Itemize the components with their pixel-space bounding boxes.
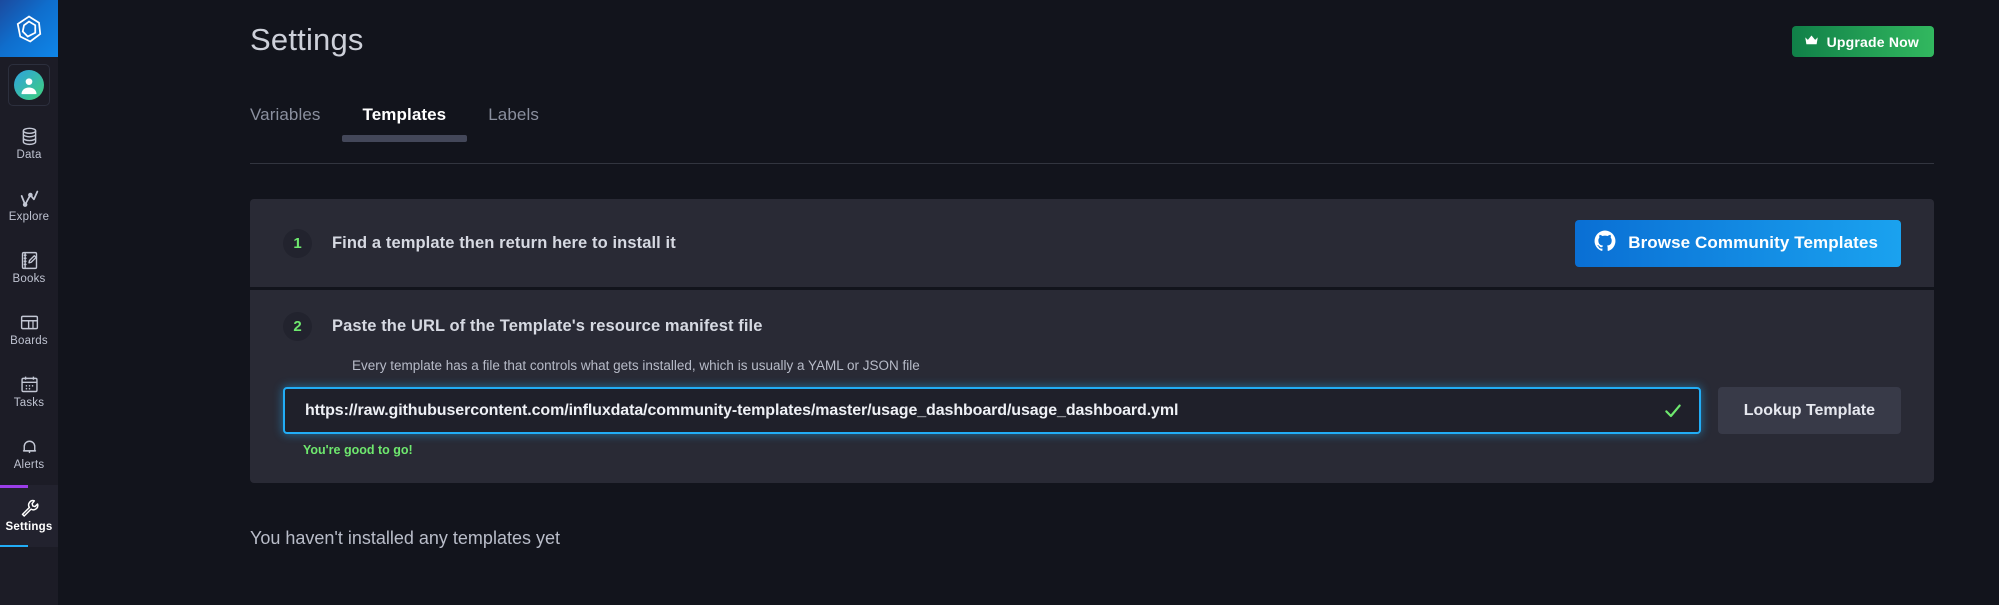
sidebar-item-label: Tasks	[13, 397, 45, 410]
empty-state-message: You haven't installed any templates yet	[250, 528, 560, 548]
step-2-row: 2 Paste the URL of the Template's resour…	[250, 290, 1934, 483]
sidebar-item-label: Settings	[5, 521, 53, 534]
step-1-row: 1 Find a template then return here to in…	[250, 199, 1934, 287]
wrench-icon	[19, 498, 40, 519]
dashboard-grid-icon	[19, 312, 40, 333]
sidebar-item-label: Alerts	[13, 459, 45, 472]
upgrade-now-button[interactable]: Upgrade Now	[1791, 26, 1934, 57]
app-root: Data Explore Books Boards Tasks Alerts S…	[0, 0, 1999, 605]
sidebar-item-label: Books	[12, 273, 46, 286]
page-title: Settings	[250, 22, 364, 57]
template-url-input[interactable]	[305, 389, 1653, 432]
sidebar-item-data[interactable]: Data	[0, 113, 58, 175]
database-icon	[19, 126, 40, 147]
avatar-box[interactable]	[8, 64, 50, 106]
template-url-field-group: You're good to go!	[283, 387, 1701, 457]
step-1-title: Find a template then return here to inst…	[332, 233, 676, 252]
tabs-divider	[250, 163, 1934, 164]
calendar-icon	[19, 374, 40, 395]
step-1-number: 1	[283, 228, 312, 258]
browse-community-templates-label: Browse Community Templates	[1628, 233, 1878, 252]
sidebar-item-boards[interactable]: Boards	[0, 299, 58, 361]
sidebar-item-tasks[interactable]: Tasks	[0, 361, 58, 423]
sidebar-item-alerts[interactable]: Alerts	[0, 423, 58, 485]
line-graph-icon	[19, 188, 40, 209]
sidebar-item-label: Data	[16, 149, 42, 162]
install-template-panel: 1 Find a template then return here to in…	[250, 199, 1934, 483]
step-2-description: Every template has a file that controls …	[352, 358, 920, 373]
step-2-number: 2	[283, 312, 312, 341]
influxdata-logo-icon[interactable]	[0, 0, 58, 57]
notebook-pencil-icon	[19, 250, 40, 271]
tab-labels[interactable]: Labels	[467, 105, 560, 142]
upgrade-now-label: Upgrade Now	[1826, 33, 1919, 50]
template-url-row: You're good to go! Lookup Template	[283, 387, 1901, 457]
bell-icon	[19, 436, 40, 457]
template-url-input-wrapper[interactable]	[283, 387, 1701, 434]
sidebar-item-label: Boards	[10, 335, 48, 348]
sidebar-item-label: Explore	[8, 211, 50, 224]
settings-tabs: Variables Templates Labels	[250, 105, 560, 142]
tab-variables[interactable]: Variables	[250, 105, 342, 142]
url-validation-message: You're good to go!	[303, 443, 413, 457]
checkmark-icon	[1663, 401, 1683, 421]
main-content: Settings Upgrade Now Variables Templates…	[58, 0, 1999, 605]
user-avatar-icon	[14, 70, 44, 100]
step-2-title: Paste the URL of the Template's resource…	[332, 317, 763, 335]
avatar[interactable]	[0, 57, 58, 113]
sidebar-item-books[interactable]: Books	[0, 237, 58, 299]
lookup-template-button[interactable]: Lookup Template	[1717, 387, 1901, 434]
github-icon	[1594, 230, 1616, 257]
sidebar-item-explore[interactable]: Explore	[0, 175, 58, 237]
sidebar-item-settings[interactable]: Settings	[0, 485, 58, 547]
sidebar: Data Explore Books Boards Tasks Alerts S…	[0, 0, 58, 605]
browse-community-templates-button[interactable]: Browse Community Templates	[1575, 219, 1901, 267]
crown-icon	[1804, 34, 1819, 50]
tab-templates[interactable]: Templates	[341, 105, 468, 142]
